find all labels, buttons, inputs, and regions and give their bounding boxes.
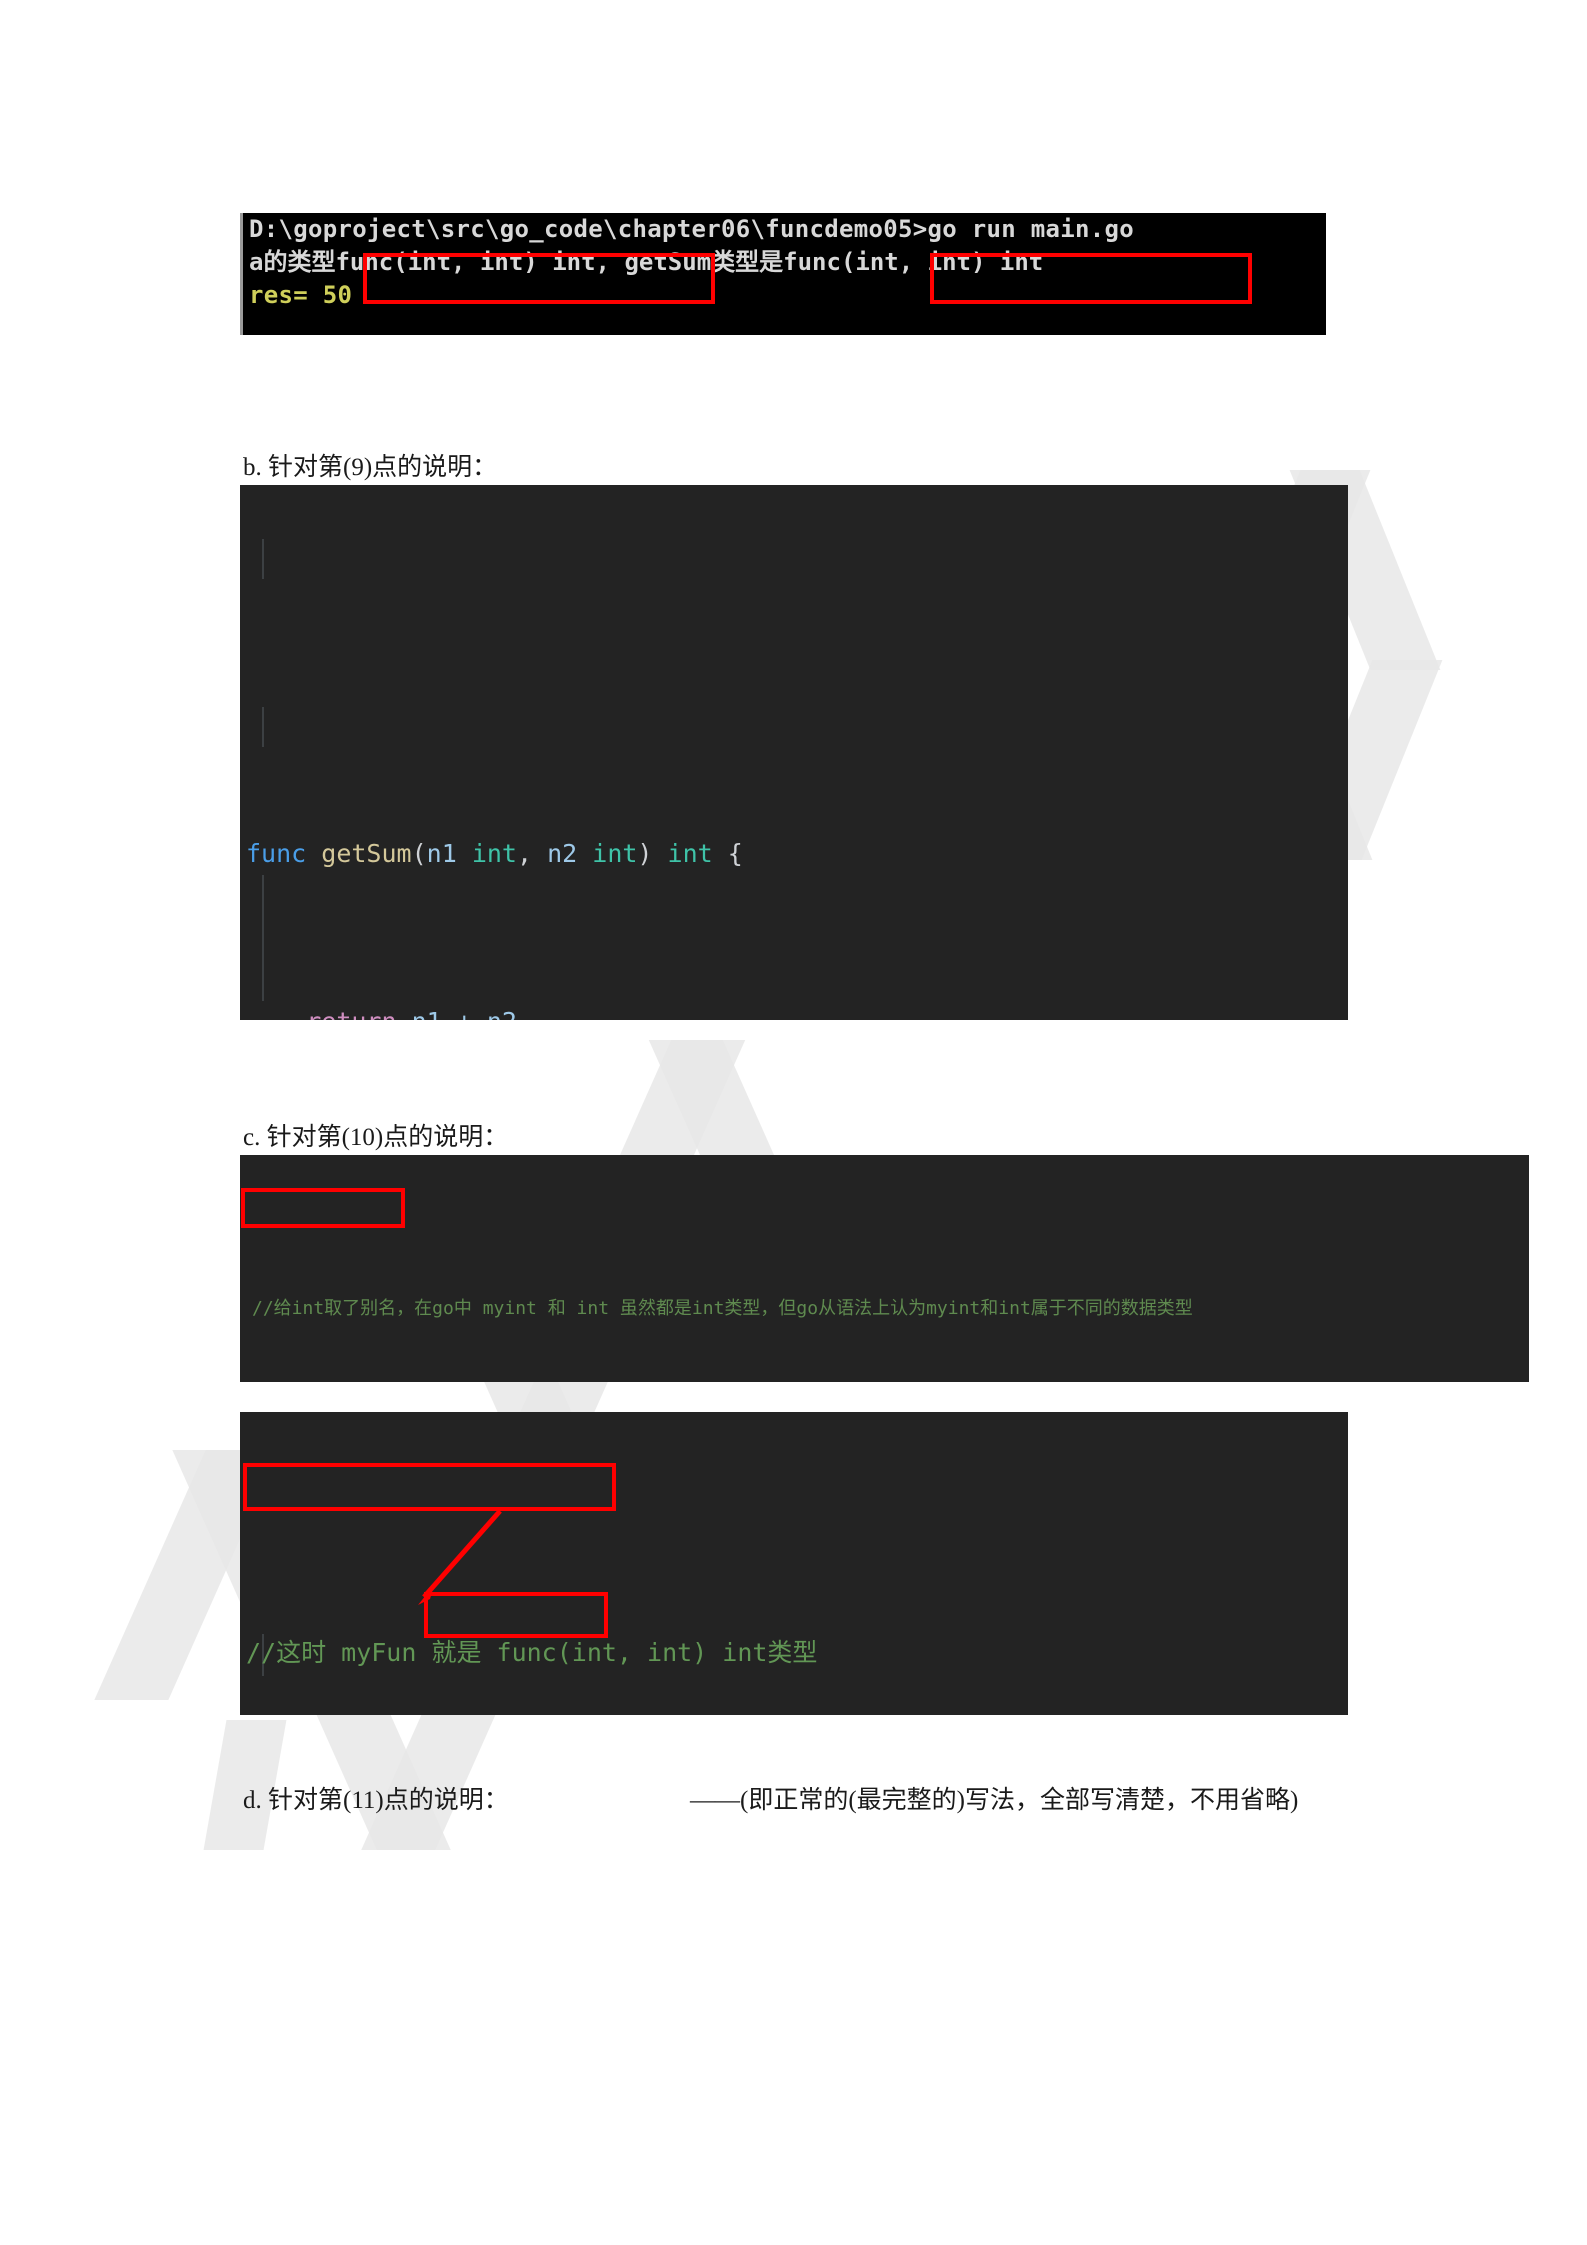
token-paren: ( xyxy=(411,839,427,868)
token-comma: , xyxy=(516,839,548,868)
section-c-label: c. 针对第(10)点的说明： xyxy=(243,1124,509,1151)
token-type-int: int xyxy=(592,839,638,868)
code-block-functions: func getSum(n1 int, n2 int) int { return… xyxy=(240,485,1348,1020)
token-comment: //给int取了别名，在go中 myint 和 int 虽然都是int类型，但g… xyxy=(252,1298,1193,1319)
token-param-n2: n2 xyxy=(547,839,578,868)
section-b-label: b. 针对第(9)点的说明： xyxy=(243,454,498,481)
token-expr-sum: n1 + n2 xyxy=(412,1007,517,1020)
terminal-text-getsum-label: getSum类型是 xyxy=(610,248,784,276)
token-type-int: int xyxy=(471,839,517,868)
token-keyword-func: func xyxy=(246,839,307,868)
code-line: //给int取了别名，在go中 myint 和 int 虽然都是int类型，但g… xyxy=(252,1292,1529,1325)
token-func-name-getsum: getSum xyxy=(321,839,412,868)
code-line: func getSum(n1 int, n2 int) int { xyxy=(246,833,1348,875)
terminal-line-result: res= 50 xyxy=(249,281,353,309)
terminal-line-types: a的类型func(int, int) int, getSum类型是func(in… xyxy=(243,246,1326,279)
indent-guide xyxy=(262,875,264,1001)
token-keyword-return: return xyxy=(306,1007,396,1020)
terminal-text-func-sig-1: func(int, int) int, xyxy=(335,248,610,276)
token-brace: { xyxy=(727,839,743,868)
document-page: D:\goproject\src\go_code\chapter06\funcd… xyxy=(0,0,1587,2245)
terminal-output: D:\goproject\src\go_code\chapter06\funcd… xyxy=(240,213,1326,335)
token-comment: //这时 myFun 就是 func(int, int) int类型 xyxy=(246,1638,818,1667)
indent-guide xyxy=(262,707,264,747)
terminal-text-func-sig-2: func(int, int) int xyxy=(783,248,1044,276)
indent-guide xyxy=(262,539,264,579)
token-param-n1: n1 xyxy=(426,839,457,868)
terminal-line-command: D:\goproject\src\go_code\chapter06\funcd… xyxy=(249,215,1134,243)
code-block-type-alias: //给int取了别名，在go中 myint 和 int 虽然都是int类型，但g… xyxy=(240,1155,1529,1382)
token-return-type-int: int xyxy=(667,839,713,868)
code-line: return n1 + n2 xyxy=(246,1001,1348,1020)
section-d-label: d. 针对第(11)点的说明： xyxy=(243,1787,509,1814)
token-paren: ) xyxy=(637,839,668,868)
section-d-note: ——(即正常的(最完整的)写法，全部写清楚，不用省略) xyxy=(690,1787,1299,1814)
code-line: //这时 myFun 就是 func(int, int) int类型 xyxy=(246,1632,1348,1674)
terminal-text-a-type: a的类型 xyxy=(249,248,336,276)
code-block-functype: //这时 myFun 就是 func(int, int) int类型 type … xyxy=(240,1412,1348,1715)
